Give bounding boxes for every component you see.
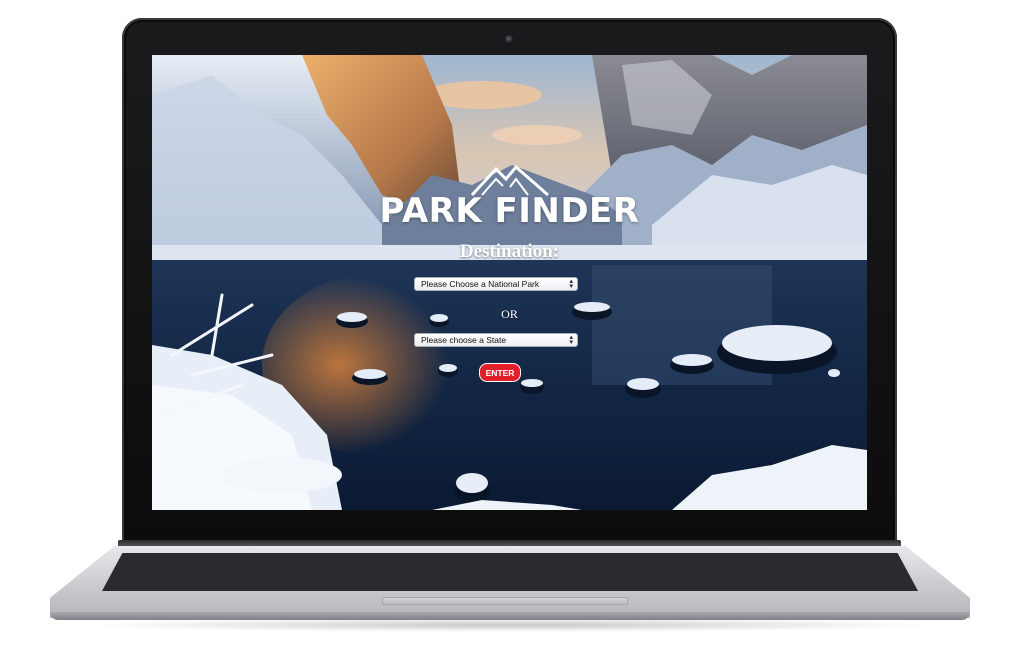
laptop-base-lip [50, 612, 970, 620]
national-park-select[interactable]: Please Choose a National Park ▴ ▾ [414, 277, 578, 291]
laptop-lid: PARK FINDER Destination: Please Choose a… [122, 18, 897, 546]
laptop-mockup: PARK FINDER Destination: Please Choose a… [0, 0, 1020, 650]
laptop-shadow [80, 618, 940, 632]
enter-button[interactable]: ENTER [479, 363, 521, 382]
keyboard [102, 553, 918, 591]
state-select[interactable]: Please choose a State ▴ ▾ [414, 333, 578, 347]
laptop-screen: PARK FINDER Destination: Please Choose a… [152, 55, 867, 510]
updown-caret-icon: ▴ ▾ [569, 278, 573, 290]
park-finder-site: PARK FINDER Destination: Please Choose a… [152, 55, 867, 510]
national-park-select-value: Please Choose a National Park [421, 279, 540, 289]
trackpad [382, 597, 628, 605]
state-select-value: Please choose a State [421, 335, 507, 345]
site-brand-title[interactable]: PARK FINDER [152, 191, 867, 231]
destination-label: Destination: [459, 241, 560, 262]
webcam-icon [505, 35, 514, 44]
or-separator: OR [501, 307, 518, 321]
updown-caret-icon: ▴ ▾ [569, 334, 573, 346]
